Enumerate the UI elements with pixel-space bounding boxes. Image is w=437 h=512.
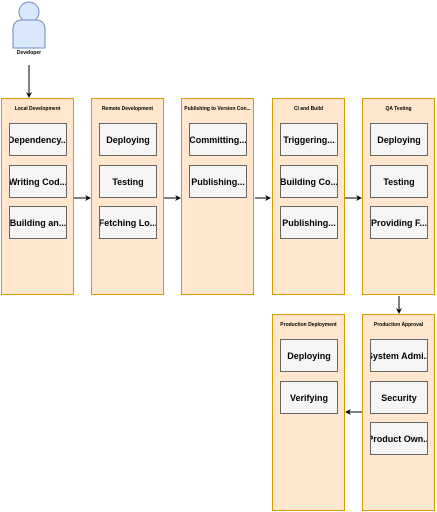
task[interactable]: Writing Cod...	[9, 165, 67, 198]
task[interactable]: Fetching Lo...	[99, 206, 157, 239]
lane-ci-build: CI and Build Triggering... Building Co..…	[272, 98, 345, 295]
lane-qa-testing: QA Testing Deploying Testing Providing F…	[362, 98, 435, 295]
task[interactable]: Deploying	[99, 123, 157, 156]
task[interactable]: Triggering...	[280, 123, 338, 156]
lane-title: Local Development	[14, 106, 61, 112]
task[interactable]: Security	[370, 381, 428, 414]
task[interactable]: System Admi...	[370, 339, 428, 372]
task[interactable]: Deploying	[370, 123, 428, 156]
developer-icon	[12, 1, 46, 49]
lane-title: Publishing to Version Con...	[184, 106, 251, 112]
developer-label: Developer	[16, 50, 42, 56]
task[interactable]: Testing	[370, 165, 428, 198]
lane-remote-development: Remote Development Deploying Testing Fet…	[91, 98, 164, 295]
task[interactable]: Deploying	[280, 339, 338, 372]
task[interactable]: Publishing...	[189, 165, 247, 198]
lane-title: Remote Development	[101, 106, 154, 112]
lane-production-deployment: Production Deployment Deploying Verifyin…	[272, 314, 345, 511]
task[interactable]: Committing...	[189, 123, 247, 156]
task[interactable]: Dependency...	[9, 123, 67, 156]
task[interactable]: Verifying	[280, 381, 338, 414]
lane-production-approval: Production Approval System Admi... Secur…	[362, 314, 435, 511]
lane-publishing: Publishing to Version Con... Committing.…	[181, 98, 254, 295]
task[interactable]: Testing	[99, 165, 157, 198]
task[interactable]: Providing F...	[370, 206, 428, 239]
task[interactable]: Publishing...	[280, 206, 338, 239]
task[interactable]: Building Co...	[280, 165, 338, 198]
task[interactable]: Product Own...	[370, 422, 428, 455]
lane-title: CI and Build	[293, 106, 324, 112]
lane-title: Production Approval	[373, 322, 424, 328]
lane-title: QA Testing	[385, 106, 412, 112]
lane-title: Production Deployment	[280, 322, 337, 328]
task[interactable]: Building an...	[9, 206, 67, 239]
lane-local-development: Local Development Dependency... Writing …	[1, 98, 74, 295]
